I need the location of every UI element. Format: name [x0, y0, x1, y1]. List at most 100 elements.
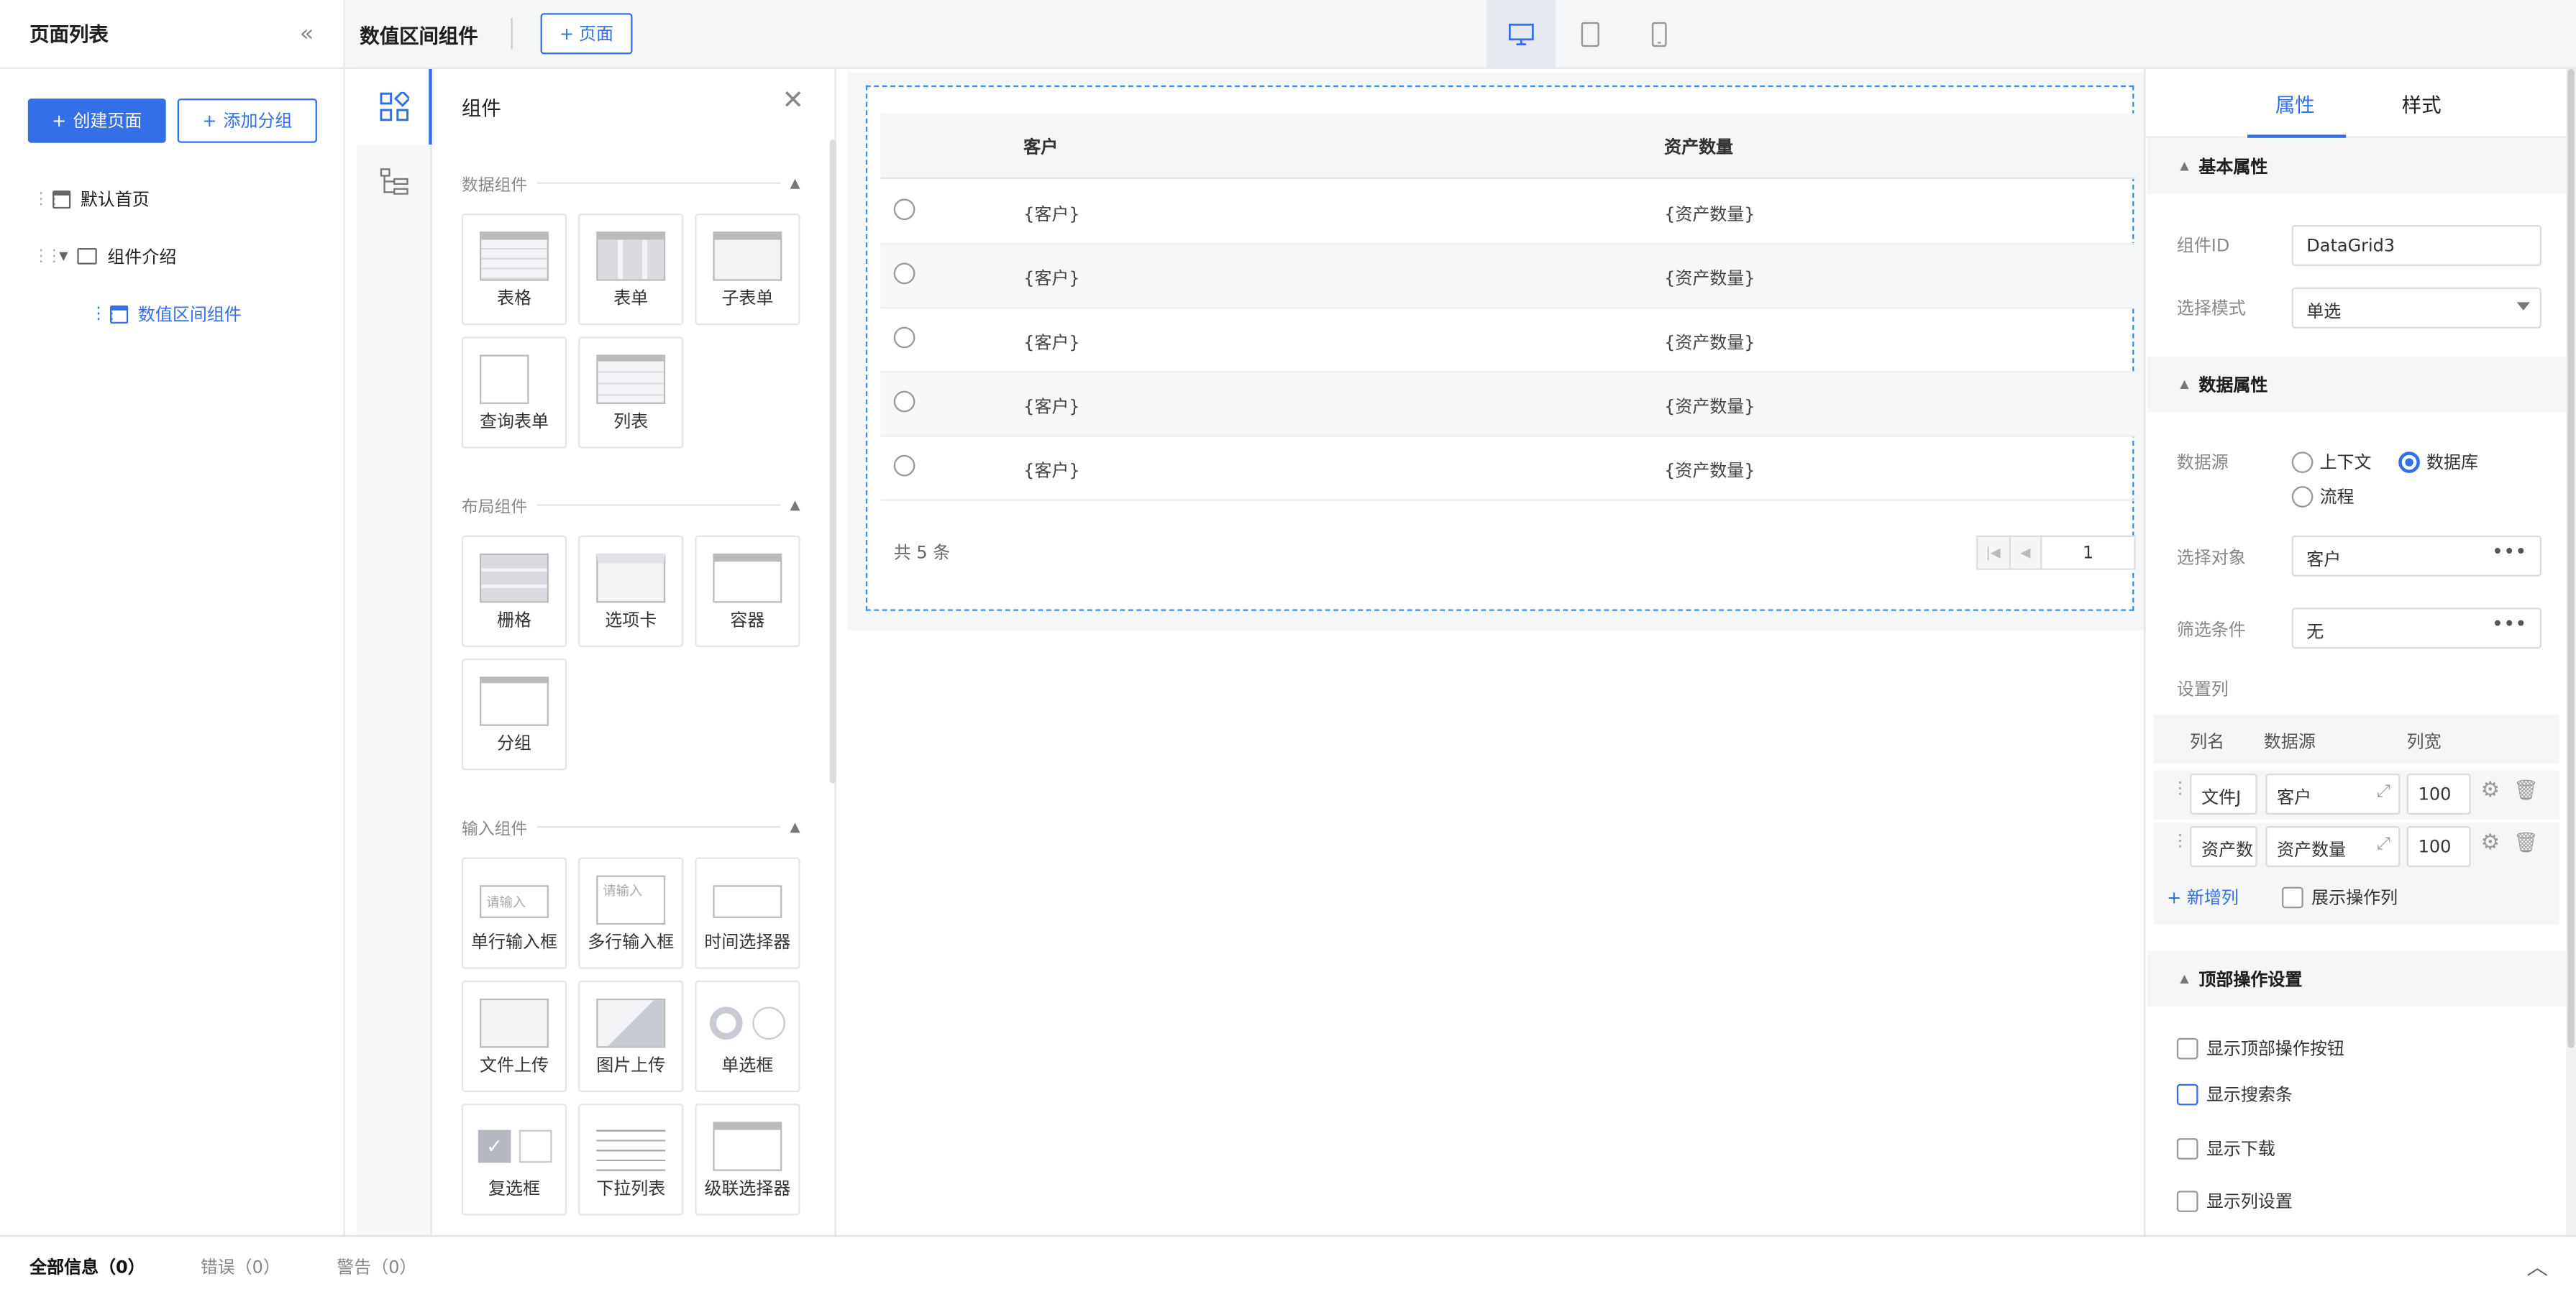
row-radio[interactable] [893, 454, 915, 477]
prev-page-icon[interactable]: ◀ [2010, 536, 2042, 569]
row-radio[interactable] [893, 198, 915, 221]
component-card-container[interactable]: 容器 [695, 535, 800, 648]
more-icon[interactable]: ••• [2492, 613, 2527, 636]
component-card-subform[interactable]: 子表单 [695, 213, 800, 326]
component-card-checkbox[interactable]: ✓ 复选框 [461, 1104, 567, 1216]
component-card-image-upload[interactable]: 图片上传 [578, 980, 684, 1093]
row-radio[interactable] [893, 326, 915, 349]
gear-icon[interactable]: ⚙ [2480, 831, 2500, 856]
radio-context[interactable]: 上下文 [2291, 450, 2372, 475]
show-top-buttons-checkbox[interactable]: 显示顶部操作按钮 [2176, 1036, 2344, 1060]
tab-properties[interactable]: 属性 [2275, 91, 2315, 119]
show-download-checkbox[interactable]: 显示下载 [2176, 1137, 2275, 1161]
table-row[interactable]: {客户} {资产数量} [880, 308, 2136, 373]
collapse-up-icon[interactable]: ▲ [790, 175, 800, 191]
component-card-form[interactable]: 表单 [578, 213, 684, 326]
tablet-view-button[interactable] [1556, 0, 1625, 69]
page-icon [110, 304, 129, 323]
component-id-input[interactable]: DataGrid3 [2291, 224, 2541, 267]
section-data-properties[interactable]: ▲ 数据属性 [2147, 356, 2568, 413]
drag-handle-icon[interactable]: ⋮⋮ [91, 305, 120, 323]
table-row[interactable]: {客户} {资产数量} [880, 244, 2136, 309]
drag-handle-icon[interactable]: ⋮⋮ [33, 190, 63, 208]
component-card-query-form[interactable]: 查询表单 [461, 336, 567, 449]
component-card-tabs[interactable]: 选项卡 [578, 535, 684, 648]
checkbox-icon [2176, 1191, 2198, 1212]
radio-process[interactable]: 流程 [2291, 485, 2355, 509]
tree-item-active[interactable]: ⋮⋮ 数值区间组件 [91, 297, 242, 330]
tab-all-messages[interactable]: 全部信息（0） [29, 1255, 145, 1279]
section-layout-components[interactable]: 布局组件 ▲ [462, 492, 800, 517]
row-radio[interactable] [893, 390, 915, 413]
drag-handle-icon[interactable]: ⋮⋮ [33, 247, 63, 265]
desktop-view-button[interactable] [1486, 0, 1556, 69]
component-card-dropdown[interactable]: 下拉列表 [578, 1104, 684, 1216]
tree-item-home[interactable]: ⋮⋮ 默认首页 [33, 183, 150, 216]
table-row[interactable]: {客户} {资产数量} [880, 372, 2136, 437]
component-card-cascader[interactable]: 级联选择器 [695, 1104, 800, 1216]
add-column-button[interactable]: + 新增列 [2167, 885, 2239, 909]
column-source-input[interactable]: 资产数量 ⤢ [2265, 826, 2401, 868]
add-page-button[interactable]: + 页面 [540, 13, 633, 55]
table-row[interactable]: {客户} {资产数量} [880, 437, 2136, 501]
gear-icon[interactable]: ⚙ [2480, 779, 2500, 803]
close-icon[interactable]: ✕ [782, 84, 804, 115]
expand-icon[interactable]: ⤢ [2377, 782, 2390, 803]
component-card-grid[interactable]: 栅格 [461, 535, 567, 648]
components-rail-button[interactable] [356, 68, 432, 145]
show-column-settings-checkbox[interactable]: 显示列设置 [2176, 1189, 2293, 1214]
filter-condition-input[interactable]: 无 ••• [2291, 608, 2541, 649]
table-cell: {客户} [1023, 461, 1080, 482]
column-name-input[interactable]: 资产数 [2190, 826, 2257, 868]
component-card-time-picker[interactable]: 时间选择器 [695, 857, 800, 969]
trash-icon[interactable]: 🗑 [2513, 779, 2539, 802]
section-top-actions[interactable]: ▲ 顶部操作设置 [2147, 950, 2568, 1007]
mobile-view-button[interactable] [1625, 0, 1694, 69]
component-card-list[interactable]: 列表 [578, 336, 684, 449]
card-label: 表单 [613, 289, 649, 309]
component-panel-scrollbar[interactable] [829, 139, 836, 784]
expand-icon[interactable]: ⤢ [2377, 834, 2390, 856]
data-grid-component[interactable]: 客户 资产数量 {客户} {资产数量} {客户} {资产数量} {客户} {资产数量}… [865, 85, 2136, 611]
column-width-input[interactable]: 100 [2406, 826, 2471, 868]
column-name-input[interactable]: 文件J [2190, 773, 2257, 815]
trash-icon[interactable]: 🗑 [2513, 831, 2539, 854]
component-card-group[interactable]: 分组 [461, 659, 567, 771]
scrollbar-thumb[interactable] [2567, 68, 2575, 1048]
component-card-radio[interactable]: 单选框 [695, 980, 800, 1093]
create-page-button[interactable]: + 创建页面 [27, 98, 166, 143]
collapse-up-icon[interactable]: ▲ [790, 498, 800, 513]
properties-scrollbar[interactable] [2566, 68, 2576, 1235]
page-number[interactable]: 1 [2042, 536, 2134, 569]
tab-style[interactable]: 样式 [2402, 91, 2442, 119]
radio-label: 上下文 [2319, 453, 2372, 473]
table-row[interactable]: {客户} {资产数量} [880, 180, 2136, 245]
more-icon[interactable]: ••• [2492, 541, 2527, 564]
field-label: 筛选条件 [2176, 620, 2246, 641]
select-mode-select[interactable]: 单选 [2291, 287, 2541, 329]
tab-warnings[interactable]: 警告（0） [337, 1255, 416, 1279]
column-width-input[interactable]: 100 [2406, 773, 2471, 815]
section-basic-properties[interactable]: ▲ 基本属性 [2147, 137, 2568, 194]
row-radio[interactable] [893, 262, 915, 285]
select-object-input[interactable]: 客户 ••• [2291, 535, 2541, 577]
component-card-textarea[interactable]: 请输入 多行输入框 [578, 857, 684, 969]
section-input-components[interactable]: 输入组件 ▲ [462, 815, 800, 839]
component-card-file-upload[interactable]: 文件上传 [461, 980, 567, 1093]
column-source-input[interactable]: 客户 ⤢ [2265, 773, 2401, 815]
radio-database[interactable]: 数据库 [2398, 450, 2478, 475]
section-data-components[interactable]: 数据组件 ▲ [462, 171, 800, 195]
add-group-button[interactable]: + 添加分组 [177, 98, 317, 143]
show-actions-checkbox[interactable]: 展示操作列 [2282, 885, 2398, 909]
tree-item-group[interactable]: ⋮⋮ ▼ 组件介绍 [33, 240, 177, 273]
collapse-up-icon[interactable]: ▲ [790, 820, 800, 835]
first-page-icon[interactable]: |◀ [1978, 536, 2011, 569]
component-card-table[interactable]: 表格 [461, 213, 567, 326]
caret-down-icon[interactable]: ▼ [59, 249, 68, 262]
show-search-checkbox[interactable]: 显示搜索条 [2176, 1082, 2293, 1106]
component-card-text-input[interactable]: 请输入 单行输入框 [461, 857, 567, 969]
collapse-icon[interactable]: « [300, 21, 314, 47]
chevron-up-icon[interactable]: ︿ [2526, 1250, 2548, 1281]
tab-errors[interactable]: 错误（0） [201, 1255, 280, 1279]
outline-tree-icon[interactable] [380, 168, 409, 197]
